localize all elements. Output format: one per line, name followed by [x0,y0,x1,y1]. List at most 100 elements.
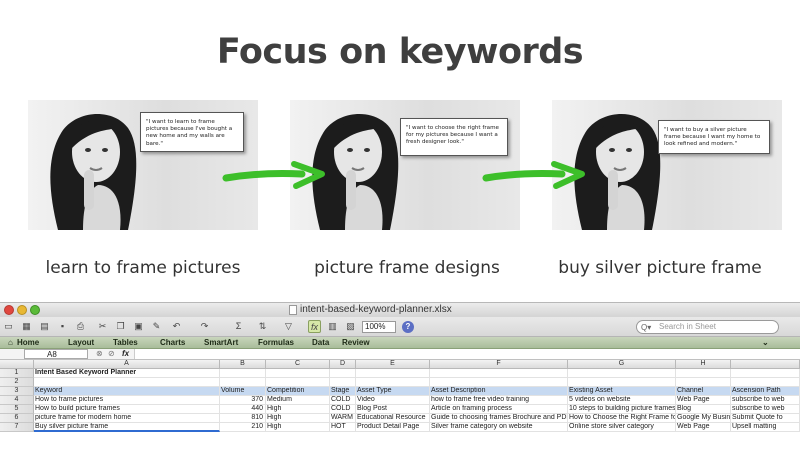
cut-icon[interactable]: ✂ [96,320,109,333]
zoom-select[interactable]: 100% [362,321,396,333]
autosum-icon[interactable]: Σ [232,320,245,333]
tab-review[interactable]: Review [342,338,370,347]
table-cell[interactable]: Web Page [676,396,731,405]
table-cell[interactable]: 440 [220,405,266,414]
table-cell[interactable]: COLD [330,405,356,414]
column-header[interactable]: H [676,360,731,369]
table-column-header-cell[interactable]: Keyword [34,387,220,396]
minimize-window-button[interactable] [17,305,27,315]
new-document-icon[interactable]: ▭ [2,320,15,333]
table-cell[interactable]: how to frame free video training [430,396,568,405]
row-header[interactable]: 1 [0,369,34,378]
table-column-header-cell[interactable]: Asset Type [356,387,430,396]
table-cell[interactable]: Buy silver picture frame [34,423,220,432]
select-all-corner[interactable] [0,360,34,369]
zoom-window-button[interactable] [30,305,40,315]
table-column-header-cell[interactable]: Existing Asset [568,387,676,396]
table-cell[interactable]: How to frame pictures [34,396,220,405]
tab-data[interactable]: Data [312,338,329,347]
column-header[interactable]: E [356,360,430,369]
table-column-header-cell[interactable]: Stage [330,387,356,396]
filter-icon[interactable]: ▽ [282,320,295,333]
table-cell[interactable]: COLD [330,396,356,405]
column-header[interactable]: G [568,360,676,369]
search-input[interactable]: Q▾ Search in Sheet [636,320,779,334]
ribbon-collapse-chevron-icon[interactable]: ⌄ [762,338,769,347]
table-cell[interactable] [356,369,430,378]
paste-icon[interactable]: ▣ [132,320,145,333]
column-header[interactable]: D [330,360,356,369]
table-cell[interactable]: Medium [266,396,330,405]
table-cell[interactable]: 210 [220,423,266,432]
row-header[interactable]: 7 [0,423,34,432]
redo-icon[interactable]: ↷ [198,320,211,333]
table-cell[interactable]: Silver frame category on website [430,423,568,432]
table-cell[interactable]: 370 [220,396,266,405]
sort-icon[interactable]: ⇅ [256,320,269,333]
table-cell[interactable]: How to Choose the Right Frame for [568,414,676,423]
print-icon[interactable]: ⎙ [74,320,87,333]
save-icon[interactable]: ▪ [56,320,69,333]
column-header[interactable]: C [266,360,330,369]
tab-charts[interactable]: Charts [160,338,185,347]
table-cell[interactable] [731,378,800,387]
name-box[interactable]: A8 [24,349,88,359]
table-column-header-cell[interactable]: Ascension Path [731,387,800,396]
row-header[interactable]: 5 [0,405,34,414]
formula-input[interactable] [134,349,800,359]
table-cell[interactable]: 5 videos on website [568,396,676,405]
tab-home[interactable]: Home [17,338,39,347]
table-cell[interactable]: Educational Resource [356,414,430,423]
table-cell[interactable]: subscribe to web [731,396,800,405]
table-cell[interactable] [330,378,356,387]
table-cell[interactable]: Online store silver category [568,423,676,432]
row-header[interactable]: 3 [0,387,34,396]
table-cell[interactable] [220,378,266,387]
table-cell[interactable] [330,369,356,378]
cancel-icon[interactable]: ⊗ [96,349,103,358]
table-cell[interactable]: Guide to choosing frames Brochure and PD… [430,414,568,423]
column-header[interactable]: B [220,360,266,369]
formula-builder-icon[interactable]: fx [308,320,321,333]
column-header[interactable]: A [34,360,220,369]
table-cell[interactable]: Blog Post [356,405,430,414]
row-header[interactable]: 2 [0,378,34,387]
tab-formulas[interactable]: Formulas [258,338,294,347]
table-cell[interactable]: High [266,405,330,414]
table-cell[interactable] [731,369,800,378]
template-gallery-icon[interactable]: ▦ [20,320,33,333]
table-cell[interactable]: Intent Based Keyword Planner [34,369,220,378]
table-cell[interactable]: Article on framing process [430,405,568,414]
row-header[interactable]: 6 [0,414,34,423]
table-cell[interactable] [356,378,430,387]
table-cell[interactable]: 10 steps to building picture frames [568,405,676,414]
table-cell[interactable]: High [266,423,330,432]
copy-icon[interactable]: ❐ [114,320,127,333]
table-cell[interactable] [34,378,220,387]
table-cell[interactable]: WARM [330,414,356,423]
table-cell[interactable] [430,378,568,387]
table-cell[interactable]: How to build picture frames [34,405,220,414]
table-cell[interactable]: picture frame for modern home [34,414,220,423]
table-cell[interactable] [430,369,568,378]
toolbox-icon[interactable]: ▧ [344,320,357,333]
table-cell[interactable] [266,369,330,378]
table-cell[interactable]: Product Detail Page [356,423,430,432]
tab-smartart[interactable]: SmartArt [204,338,238,347]
column-header[interactable] [731,360,800,369]
table-cell[interactable] [266,378,330,387]
table-cell[interactable]: HOT [330,423,356,432]
table-cell[interactable]: Web Page [676,423,731,432]
table-cell[interactable]: subscribe to web [731,405,800,414]
table-cell[interactable] [568,369,676,378]
table-cell[interactable]: 810 [220,414,266,423]
confirm-icon[interactable]: ⊘ [108,349,115,358]
row-header[interactable]: 4 [0,396,34,405]
table-column-header-cell[interactable]: Competition [266,387,330,396]
gallery-icon[interactable]: ▥ [326,320,339,333]
undo-icon[interactable]: ↶ [170,320,183,333]
table-cell[interactable]: Blog [676,405,731,414]
format-painter-icon[interactable]: ✎ [150,320,163,333]
table-cell[interactable] [220,369,266,378]
tab-layout[interactable]: Layout [68,338,94,347]
